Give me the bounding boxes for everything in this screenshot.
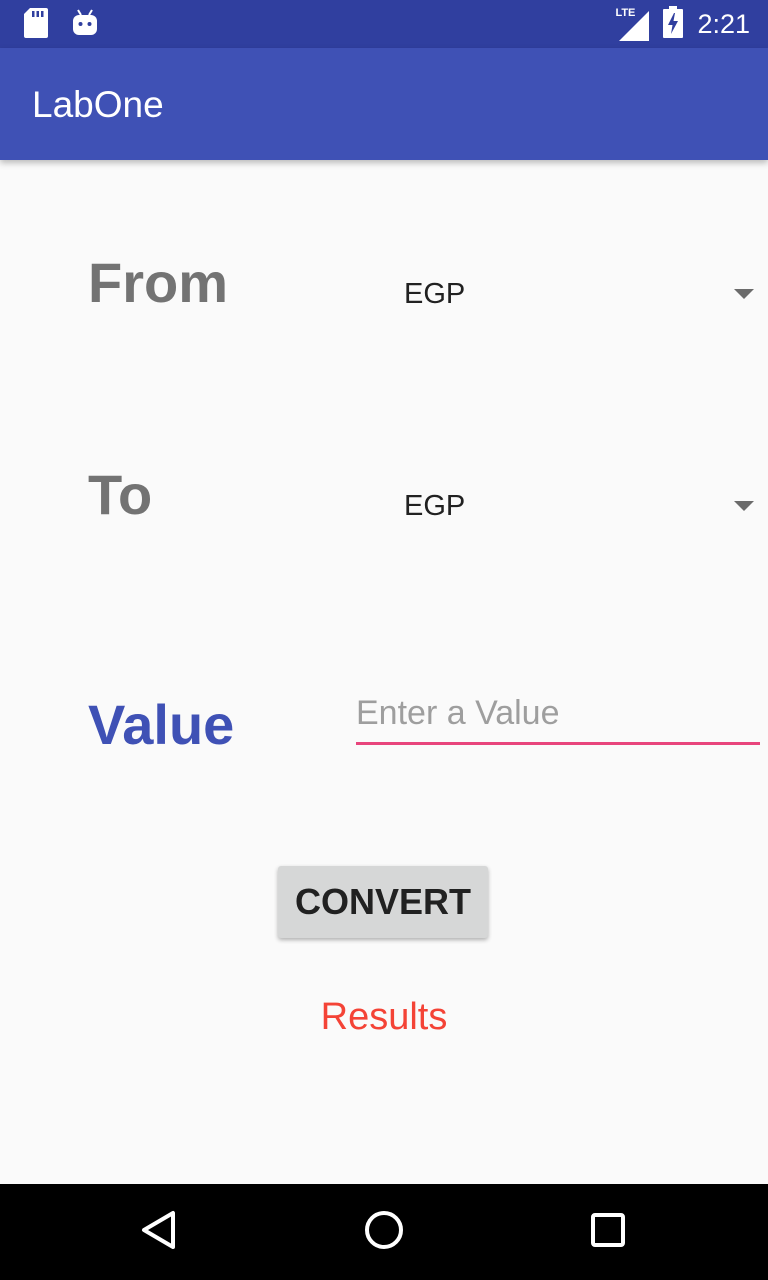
- recents-button[interactable]: [584, 1208, 632, 1256]
- screen: LTE 2:21 LabOne From EGP To EGP Value En…: [0, 0, 768, 1280]
- status-left-icons: [24, 8, 98, 43]
- status-bar: LTE 2:21: [0, 0, 768, 48]
- app-title: LabOne: [32, 84, 164, 125]
- value-input[interactable]: [356, 684, 760, 745]
- from-currency-spinner[interactable]: EGP: [380, 256, 768, 336]
- android-icon: [72, 9, 98, 42]
- results-text: Results: [320, 996, 448, 1038]
- navigation-bar: [0, 1184, 768, 1280]
- home-icon: [363, 1209, 405, 1256]
- dropdown-arrow-icon: [734, 501, 754, 511]
- to-currency-spinner[interactable]: EGP: [380, 468, 768, 548]
- sd-card-icon: [24, 8, 48, 43]
- from-currency-value: EGP: [404, 278, 466, 310]
- recents-icon: [590, 1212, 626, 1253]
- status-time: 2:21: [697, 8, 750, 39]
- status-right-icons: LTE 2:21: [615, 4, 750, 44]
- to-label: To: [88, 463, 153, 526]
- back-icon: [140, 1210, 180, 1255]
- to-currency-value: EGP: [404, 490, 466, 522]
- back-button[interactable]: [136, 1208, 184, 1256]
- dropdown-arrow-icon: [734, 289, 754, 299]
- convert-button[interactable]: CONVERT: [278, 866, 488, 938]
- home-button[interactable]: [360, 1208, 408, 1256]
- app-bar: LabOne: [0, 48, 768, 160]
- battery-charging-icon: [663, 5, 684, 43]
- value-label: Value: [88, 693, 235, 756]
- from-label: From: [88, 251, 228, 314]
- signal-icon: LTE: [615, 7, 650, 41]
